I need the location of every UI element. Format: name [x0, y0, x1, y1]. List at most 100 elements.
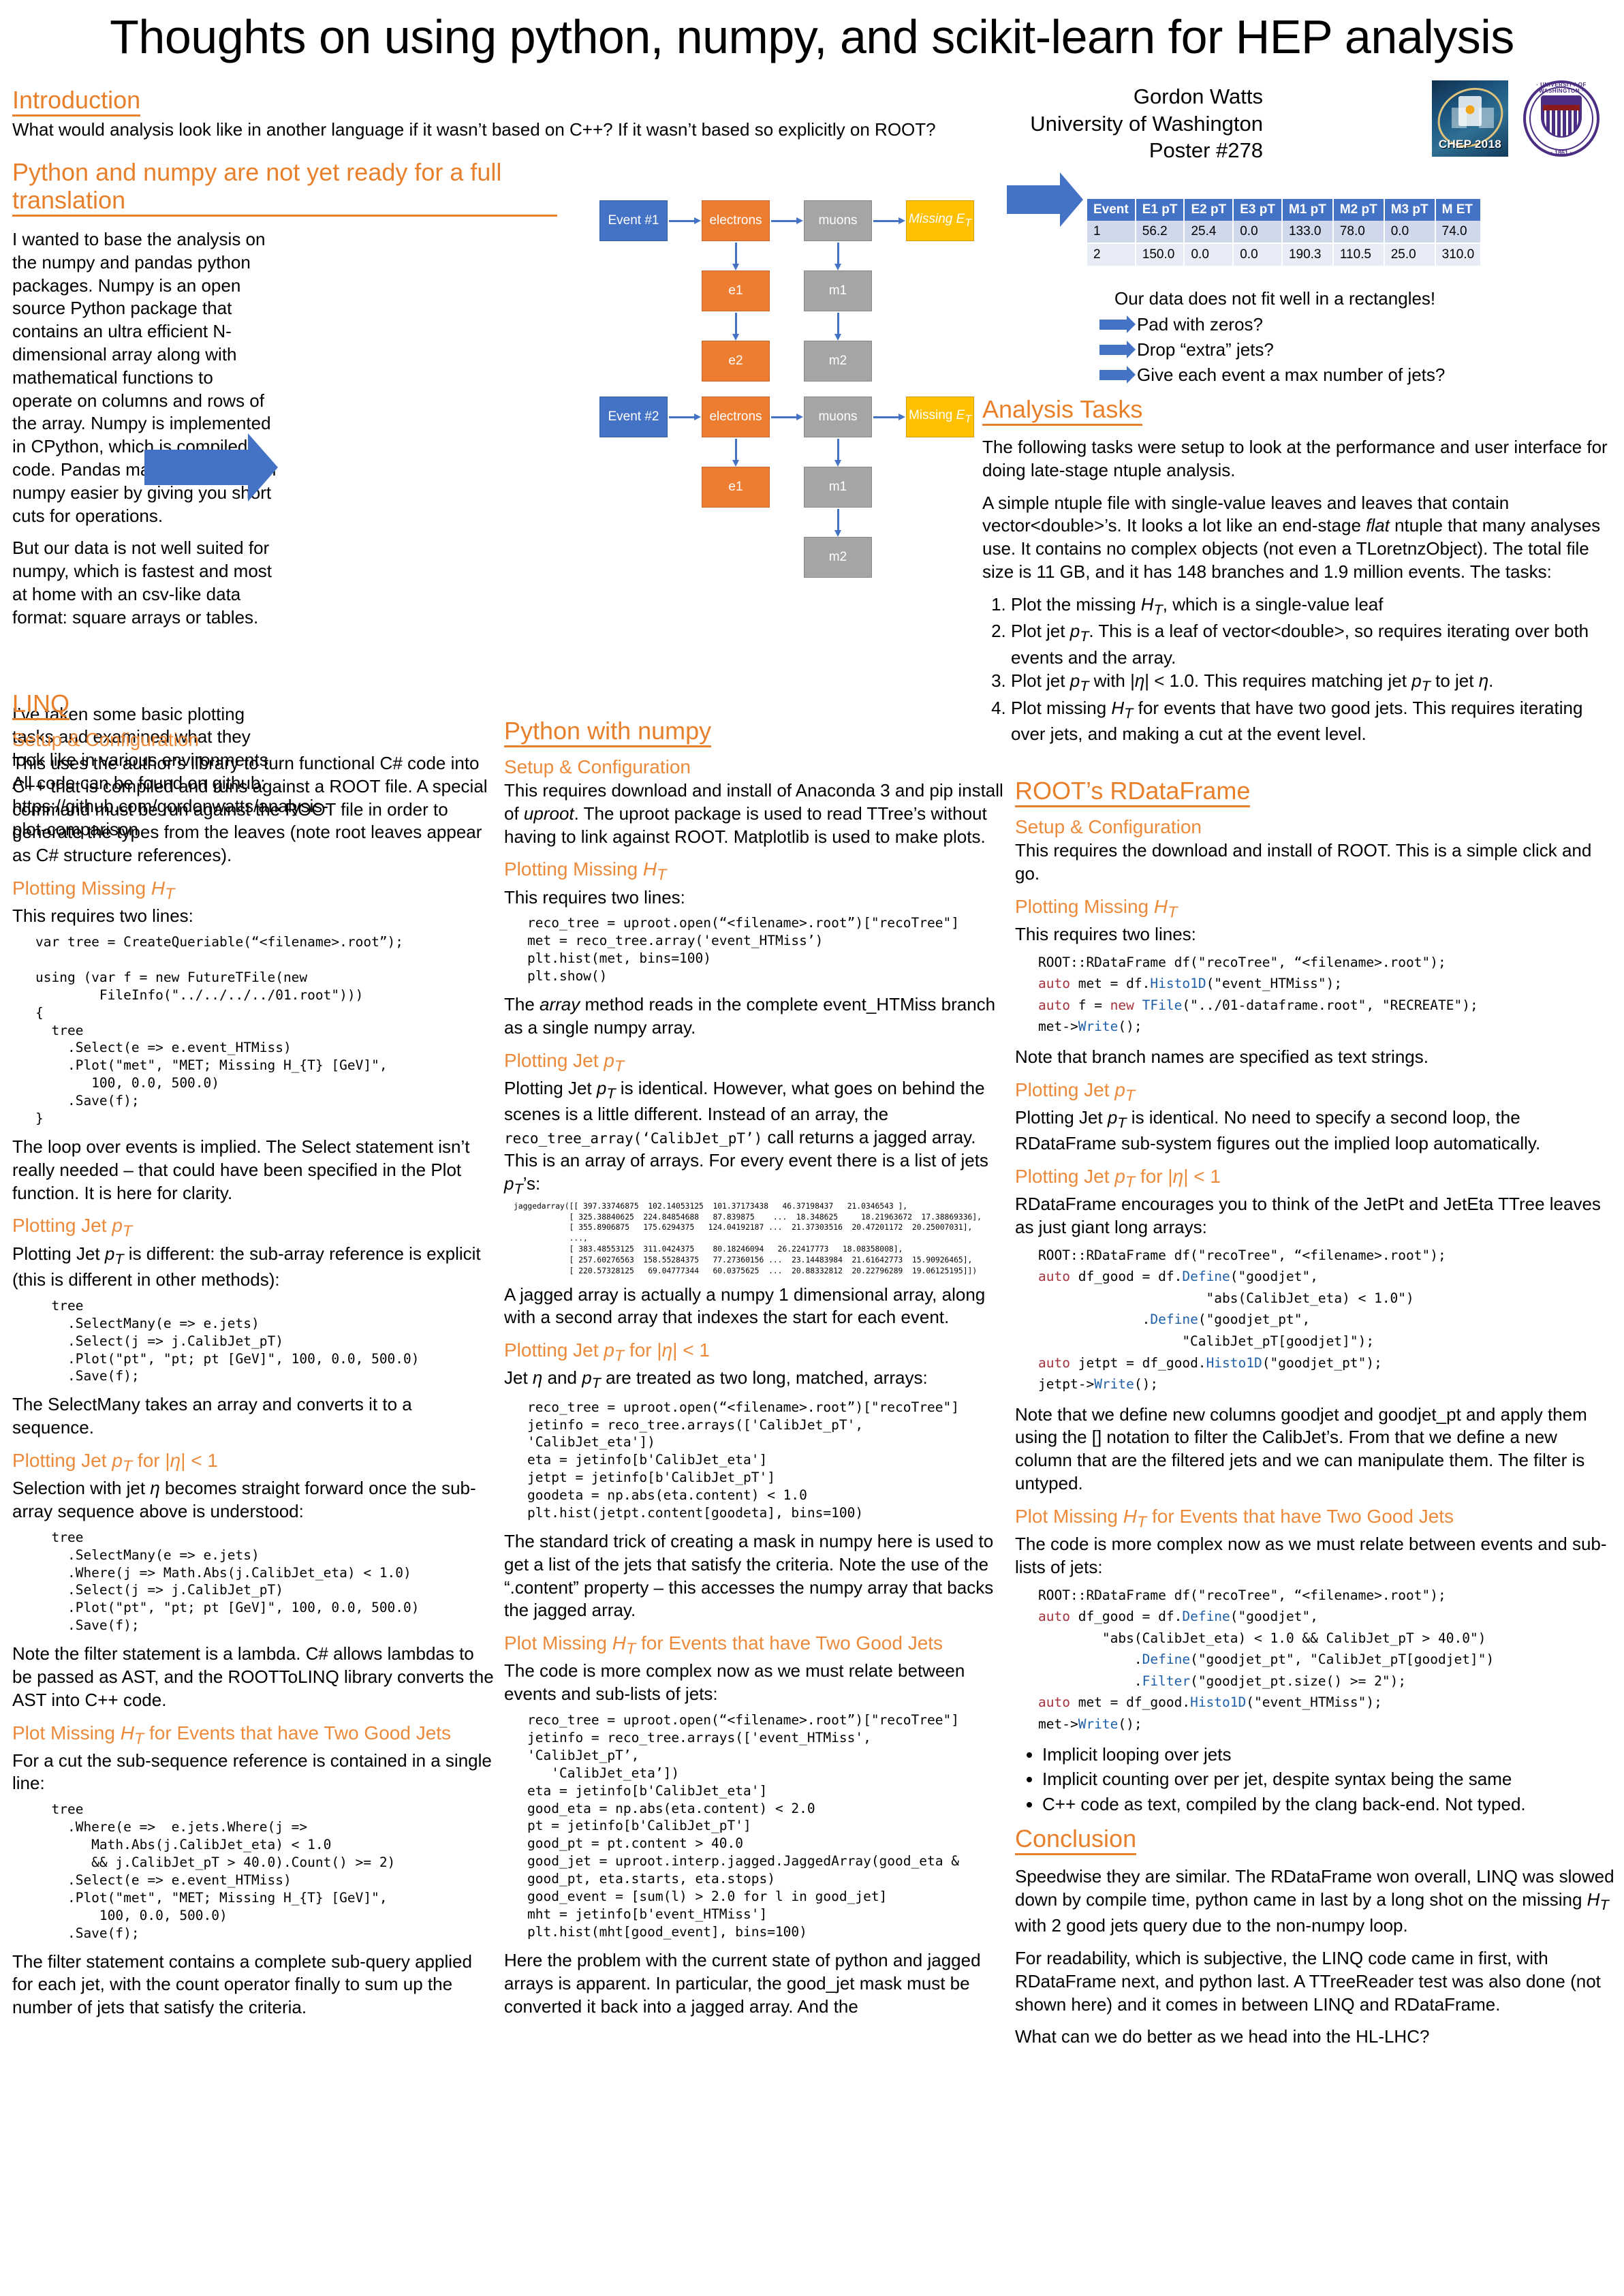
th-m1pt: M1 pT [1281, 199, 1334, 221]
cell: 2 [1087, 243, 1136, 267]
linq-pt-intro: Plotting Jet pT is different: the sub-ar… [12, 1243, 481, 1290]
pynumpy-two-note: Here the problem with the current state … [504, 1949, 981, 2017]
rdf-eta-intro: RDataFrame encourages you to think of th… [1015, 1194, 1601, 1237]
python-numpy-section: Python with numpy Setup & Configuration … [504, 717, 1012, 2028]
poster-canvas: Thoughts on using python, numpy, and sci… [0, 0, 1624, 2296]
rdf-bullet: C++ code as text, compiled by the clang … [1042, 1793, 1616, 1816]
pynumpy-pt-inline-code: reco_tree_array(‘CalibJet_pT’) [504, 1130, 763, 1147]
cell: 0.0 [1233, 221, 1283, 244]
numpy-readiness-heading: Python and numpy are not yet ready for a… [12, 158, 557, 217]
rdf-eta-note: Note that we define new columns goodjet … [1015, 1403, 1587, 1494]
rect-note-item: Give each event a max number of jets? [1099, 364, 1617, 386]
mn-italic: array [540, 994, 580, 1015]
linq-eta-note: Note the filter statement is a lambda. C… [12, 1643, 494, 1710]
rdf-pt-heading: Plotting Jet pT [1015, 1079, 1136, 1104]
cell: 74.0 [1435, 221, 1482, 244]
introduction-heading: Introduction [12, 86, 141, 117]
table-header-row: Event E1 pT E2 pT E3 pT M1 pT M2 pT M3 p… [1087, 199, 1482, 221]
rdf-bullets: Implicit looping over jets Implicit coun… [1042, 1743, 1616, 1816]
linq-eta-code: tree .SelectMany(e => e.jets) .Where(j =… [51, 1529, 420, 1634]
poster-title: Thoughts on using python, numpy, and sci… [110, 10, 1514, 63]
analysis-tasks-p1: The following tasks were setup to look a… [982, 437, 1608, 480]
diagram-node-m1: m1 [804, 270, 872, 311]
poster-number: Poster #278 [1149, 138, 1263, 163]
pynumpy-met-note: The array method reads in the complete e… [504, 993, 1012, 1040]
diagram-node-m1-evt2: m1 [804, 467, 872, 508]
diagram-node-missing-et-1: Missing ET [906, 200, 974, 241]
rectangle-notes-intro: Our data does not fit well in a rectangl… [1114, 288, 1436, 309]
uw-seal-year: · 1861 · [1550, 149, 1572, 156]
chep-logo-label: CHEP 2018 [1438, 138, 1502, 151]
linq-pt-note: The SelectMany takes an array and conver… [12, 1394, 412, 1438]
rdf-pt-note: Plotting Jet pT is identical. No need to… [1015, 1106, 1541, 1154]
pynumpy-eta-code: reco_tree = uproot.open(“<filename>.root… [527, 1399, 959, 1521]
linq-pt-code: tree .SelectMany(e => e.jets) .Select(j … [51, 1297, 420, 1384]
linq-met-code: var tree = CreateQueriable(“<filename>.r… [35, 933, 404, 1127]
diagram-node-e2: e2 [702, 341, 770, 382]
setup-b: . The uproot package is used to read TTr… [504, 803, 987, 847]
linq-met-note: The loop over events is implied. The Sel… [12, 1136, 470, 1203]
cell: 110.5 [1332, 243, 1385, 267]
author-affiliation: University of Washington [1030, 111, 1263, 136]
university-of-washington-seal-icon: · UNIVERSITY OF WASHINGTON · · 1861 · [1523, 80, 1599, 157]
rect-note-label: Give each event a max number of jets? [1137, 364, 1446, 385]
linq-two-note: The filter statement contains a complete… [12, 1951, 472, 2018]
python-numpy-heading: Python with numpy [504, 717, 712, 748]
pynumpy-eta-note: The standard trick of creating a mask in… [504, 1531, 994, 1621]
right-arrow-icon [1099, 315, 1137, 333]
conclusion-heading: Conclusion [1015, 1825, 1137, 1856]
th-e2pt: E2 pT [1184, 199, 1234, 221]
cell: 56.2 [1135, 221, 1185, 244]
rdf-bullet: Implicit looping over jets [1042, 1743, 1616, 1767]
th-m2pt: M2 pT [1332, 199, 1385, 221]
rdf-met-intro: This requires two lines: [1015, 923, 1196, 944]
rdf-eta-heading: Plotting Jet pT for |η| < 1 [1015, 1165, 1221, 1191]
rdf-two-intro: The code is more complex now as we must … [1015, 1533, 1607, 1577]
right-arrow-icon [1099, 366, 1137, 384]
table-row: 1 56.2 25.4 0.0 133.0 78.0 0.0 74.0 [1087, 221, 1482, 244]
rectangle-notes: Our data does not fit well in a rectangl… [1099, 288, 1617, 390]
rdf-eta-code: ROOT::RDataFrame df("recoTree", “<filena… [1038, 1247, 1446, 1393]
event-structure-diagram: Event #1 electrons muons Missing ET e1 m… [594, 192, 1003, 578]
introduction-body: What would analysis look like in another… [12, 119, 936, 140]
cell: 25.0 [1384, 243, 1436, 267]
cell: 190.3 [1281, 243, 1334, 267]
cell: 78.0 [1332, 221, 1385, 244]
cell: 25.4 [1184, 221, 1234, 244]
pynumpy-eta-heading: Plotting Jet pT for |η| < 1 [504, 1339, 710, 1365]
pynumpy-met-code: reco_tree = uproot.open(“<filename>.root… [527, 915, 959, 984]
rect-note-label: Pad with zeros? [1137, 314, 1263, 335]
author-name: Gordon Watts [1133, 84, 1263, 108]
diagram-node-electrons-2: electrons [702, 397, 770, 437]
uw-seal-top-text: · UNIVERSITY OF WASHINGTON · [1536, 82, 1587, 94]
task-item: Plot the missing HT, which is a single-v… [1011, 593, 1616, 619]
rdf-setup-heading: Setup & Configuration [1015, 816, 1202, 838]
rect-note-item: Pad with zeros? [1099, 314, 1617, 335]
atp2-italic: flat [1366, 515, 1390, 536]
rdf-met-heading: Plotting Missing HT [1015, 895, 1178, 921]
rdataframe-heading: ROOT’s RDataFrame [1015, 777, 1251, 808]
pynumpy-two-intro: The code is more complex now as we must … [504, 1660, 965, 1705]
pynumpy-eta-intro: Jet η and pT are treated as two long, ma… [504, 1367, 928, 1392]
rect-note-item: Drop “extra” jets? [1099, 339, 1617, 360]
analysis-tasks-section: Analysis Tasks The following tasks were … [982, 395, 1616, 753]
conclusion-p1: Speedwise they are similar. The RDataFra… [1015, 1866, 1614, 1936]
rect-note-label: Drop “extra” jets? [1137, 339, 1274, 360]
th-e3pt: E3 pT [1233, 199, 1283, 221]
author-block: Gordon Watts University of Washington Po… [1030, 83, 1263, 164]
linq-two-intro: For a cut the sub-sequence reference is … [12, 1750, 492, 1794]
pynumpy-setup-body: This requires download and install of An… [504, 779, 1012, 848]
conclusion-p2: For readability, which is subjective, th… [1015, 1948, 1601, 2015]
cell: 0.0 [1233, 243, 1283, 267]
diagram-node-event2: Event #2 [599, 397, 668, 437]
analysis-tasks-p2: A simple ntuple file with single-value l… [982, 492, 1616, 584]
chep-2018-logo-icon: CHEP 2018 [1432, 80, 1508, 157]
analysis-tasks-heading: Analysis Tasks [982, 395, 1143, 426]
linq-setup-body: This uses the author’s library to turn f… [12, 753, 488, 866]
task-item: Plot jet pT. This is a leaf of vector<do… [1011, 620, 1616, 669]
rdf-met-code: ROOT::RDataFrame df("recoTree", “<filena… [1038, 954, 1478, 1035]
linq-pt-heading: Plotting Jet pT [12, 1215, 133, 1241]
task-item: Plot missing HT for events that have two… [1011, 697, 1616, 746]
diagram-node-muons-2: muons [804, 397, 872, 437]
cell: 0.0 [1384, 221, 1436, 244]
